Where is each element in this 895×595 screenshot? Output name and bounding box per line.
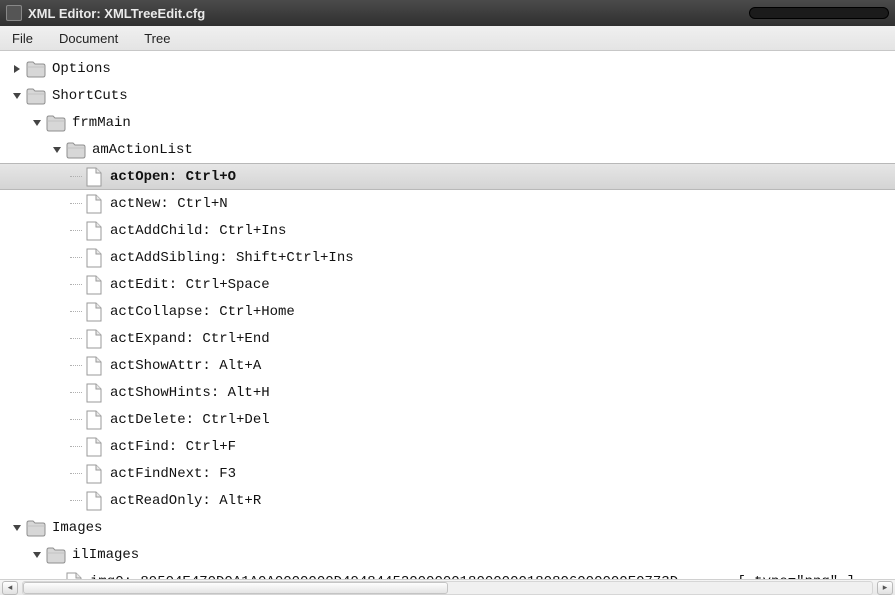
chevron-down-icon[interactable] [50,143,64,157]
chevron-down-icon[interactable] [10,521,24,535]
file-icon [84,194,104,214]
file-icon [84,383,104,403]
chevron-down-icon[interactable] [30,548,44,562]
tree-row-label: actNew: Ctrl+N [110,196,228,212]
tree-row-actreadonly[interactable]: actReadOnly: Alt+R [0,487,895,514]
scroll-thumb[interactable] [23,582,448,594]
file-icon [84,464,104,484]
tree-row-actfind[interactable]: actFind: Ctrl+F [0,433,895,460]
scroll-right-button[interactable]: ▸ [877,581,893,595]
file-icon [84,356,104,376]
tree-row-actshowattr[interactable]: actShowAttr: Alt+A [0,352,895,379]
tree-row-label: actShowAttr: Alt+A [110,358,261,374]
folder-icon [26,59,46,79]
tree-row-ilimages[interactable]: ilImages [0,541,895,568]
tree-row-label: Options [52,61,111,77]
tree-row-actnew[interactable]: actNew: Ctrl+N [0,190,895,217]
tree-row-label: actAddChild: Ctrl+Ins [110,223,286,239]
tree-row-actcollapse[interactable]: actCollapse: Ctrl+Home [0,298,895,325]
titlebar-trough [749,7,889,19]
chevron-down-icon[interactable] [30,116,44,130]
tree-row-label: actReadOnly: Alt+R [110,493,261,509]
file-icon [84,410,104,430]
tree-row-actexpand[interactable]: actExpand: Ctrl+End [0,325,895,352]
tree-row-actshowhints[interactable]: actShowHints: Alt+H [0,379,895,406]
file-icon [84,275,104,295]
app-icon [6,5,22,21]
tree-row-label: actDelete: Ctrl+Del [110,412,270,428]
menu-tree[interactable]: Tree [138,29,176,48]
tree-row-label: actFind: Ctrl+F [110,439,236,455]
tree-row-label: actExpand: Ctrl+End [110,331,270,347]
menu-file[interactable]: File [6,29,39,48]
window-titlebar: XML Editor: XMLTreeEdit.cfg [0,0,895,26]
file-icon [84,221,104,241]
tree-row-options[interactable]: Options [0,55,895,82]
tree-row-label: amActionList [92,142,193,158]
file-icon [84,248,104,268]
menubar: File Document Tree [0,26,895,51]
horizontal-scrollbar[interactable]: ◂ ▸ [0,579,895,595]
tree-row-label: actFindNext: F3 [110,466,236,482]
tree-row-label: frmMain [72,115,131,131]
scroll-track[interactable] [22,581,873,595]
tree-row-shortcuts[interactable]: ShortCuts [0,82,895,109]
tree-row-label: ShortCuts [52,88,128,104]
tree-row-label: actCollapse: Ctrl+Home [110,304,295,320]
folder-icon [26,86,46,106]
folder-icon [46,545,66,565]
folder-icon [26,518,46,538]
tree-row-label: actAddSibling: Shift+Ctrl+Ins [110,250,354,266]
tree-row-label: actOpen: Ctrl+O [110,169,236,185]
tree-row-images[interactable]: Images [0,514,895,541]
tree-row-actopen[interactable]: actOpen: Ctrl+O [0,163,895,190]
file-icon [84,437,104,457]
tree-row-label: actEdit: Ctrl+Space [110,277,270,293]
window-title: XML Editor: XMLTreeEdit.cfg [28,6,205,21]
folder-icon [66,140,86,160]
file-icon [84,329,104,349]
tree-row-actfindnext[interactable]: actFindNext: F3 [0,460,895,487]
file-icon [84,302,104,322]
tree-row-actaddsibling[interactable]: actAddSibling: Shift+Ctrl+Ins [0,244,895,271]
tree-row-label: Images [52,520,102,536]
file-icon [84,167,104,187]
scroll-left-button[interactable]: ◂ [2,581,18,595]
tree-view[interactable]: Options ShortCuts frmMain amActionList a… [0,51,895,595]
tree-row-label: ilImages [72,547,139,563]
tree-row-actdelete[interactable]: actDelete: Ctrl+Del [0,406,895,433]
chevron-down-icon[interactable] [10,89,24,103]
file-icon [84,491,104,511]
tree-row-actedit[interactable]: actEdit: Ctrl+Space [0,271,895,298]
tree-row-actaddchild[interactable]: actAddChild: Ctrl+Ins [0,217,895,244]
folder-icon [46,113,66,133]
tree-row-amaction[interactable]: amActionList [0,136,895,163]
tree-row-frmmain[interactable]: frmMain [0,109,895,136]
menu-document[interactable]: Document [53,29,124,48]
chevron-right-icon[interactable] [10,62,24,76]
tree-row-label: actShowHints: Alt+H [110,385,270,401]
